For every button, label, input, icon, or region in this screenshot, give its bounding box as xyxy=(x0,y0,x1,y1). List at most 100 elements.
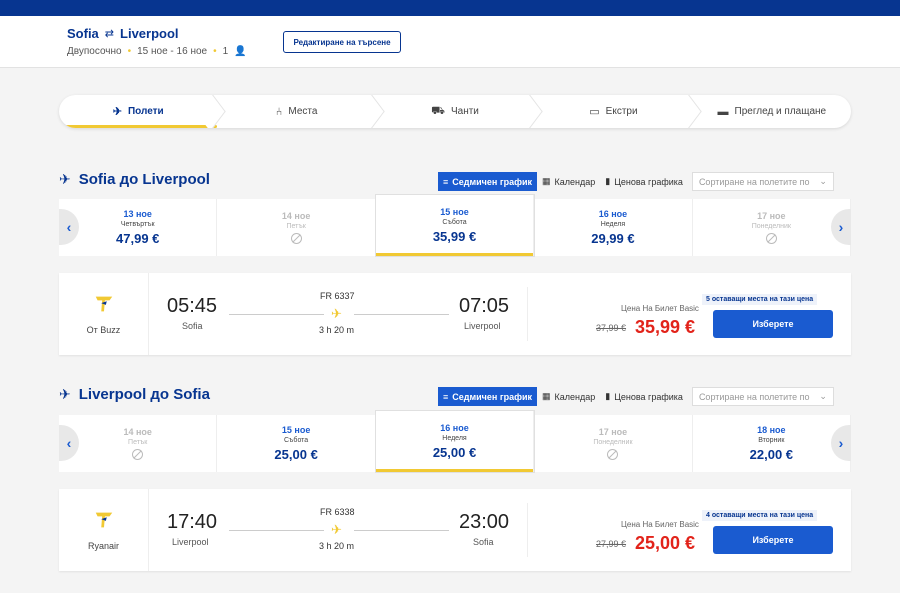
old-price: 27,99 € xyxy=(596,539,627,549)
date-price: 35,99 € xyxy=(432,229,477,244)
calendar-icon: ▦ xyxy=(542,176,551,186)
date-cell: 17 ное Понеделник xyxy=(693,199,852,256)
passenger-count: 1 xyxy=(222,46,229,57)
arrival-city: Sofia xyxy=(473,537,494,547)
departure-city: Sofia xyxy=(182,321,203,331)
step-seats[interactable]: ⑃ Места xyxy=(217,95,375,128)
departure-city: Liverpool xyxy=(172,537,209,547)
price-chart-label: Ценова графика xyxy=(614,176,683,187)
step-extras[interactable]: ▭ Екстри xyxy=(534,95,692,128)
date-label: 15 ное xyxy=(440,207,469,217)
calendar-view-label: Календар xyxy=(554,391,596,402)
chevron-down-icon: ⌄ xyxy=(819,391,827,401)
no-flights-icon xyxy=(290,233,302,244)
flight-times: 05:45 Sofia FR 6337 ✈ 3 h 20 m 07:05 Liv… xyxy=(149,273,527,355)
step-label: Места xyxy=(288,106,318,117)
edit-search-button[interactable]: Редактиране на търсене xyxy=(283,31,401,53)
price-chart-button[interactable]: ▮ Ценова графика xyxy=(600,387,688,406)
date-cell: 14 ное Петък xyxy=(217,199,376,256)
departure-time: 05:45 xyxy=(167,295,218,317)
seats-left-badge: 4 оставащи места на тази цена xyxy=(702,510,818,521)
calendar-view-button[interactable]: ▦ Календар xyxy=(537,387,600,406)
date-cell[interactable]: 16 ное Неделя 29,99 € xyxy=(534,199,693,256)
date-cell[interactable]: 13 ное Четвъртък 47,99 € xyxy=(59,199,218,256)
sort-dropdown[interactable]: Сортиране на полетите по ⌄ xyxy=(691,172,834,191)
date-label: 14 ное xyxy=(281,211,311,221)
card-icon: ▬ xyxy=(717,105,729,118)
sort-dropdown[interactable]: Сортиране на полетите по ⌄ xyxy=(691,387,834,406)
weekly-view-button[interactable]: ≡ Седмичен график xyxy=(438,387,538,406)
route-line xyxy=(229,314,324,315)
airline-logo-icon xyxy=(95,296,112,312)
select-flight-button[interactable]: Изберете xyxy=(713,526,833,554)
weekday-label: Четвъртък xyxy=(120,221,155,228)
date-cell-selected[interactable]: 15 ное Събота 35,99 € xyxy=(375,195,535,256)
weekly-view-label: Седмичен график xyxy=(452,176,533,187)
origin-city: Sofia xyxy=(67,26,99,41)
plane-icon: ✈ xyxy=(331,306,342,321)
divider xyxy=(527,287,528,341)
step-bags[interactable]: ⛟ Чанти xyxy=(376,95,534,128)
outbound-view-tools: ≡ Седмичен график ▦ Календар ▮ Ценова графи… xyxy=(438,172,834,191)
date-label: 17 ное xyxy=(598,427,628,437)
arrival-city: Liverpool xyxy=(464,321,501,331)
plane-icon: ✈ xyxy=(112,106,122,118)
date-price: 47,99 € xyxy=(116,231,160,246)
flight-duration: 3 h 20 m xyxy=(319,325,355,335)
date-cell: 14 ное Петък xyxy=(59,415,218,472)
weekday-label: Събота xyxy=(284,437,309,444)
plane-icon: ✈ xyxy=(331,522,342,537)
chevron-left-icon: ‹ xyxy=(66,435,72,451)
date-cell[interactable]: 18 ное Вторник 22,00 € xyxy=(693,415,852,472)
step-label: Екстри xyxy=(605,106,638,117)
trip-type: Двупосочно xyxy=(67,46,122,57)
outbound-title: Sofia до Liverpool xyxy=(78,171,210,188)
bar-chart-icon: ▮ xyxy=(605,176,611,186)
date-label: 14 ное xyxy=(123,427,152,437)
no-flights-icon xyxy=(765,233,777,244)
step-label: Чанти xyxy=(450,106,479,117)
date-cell-selected[interactable]: 16 ное Неделя 25,00 € xyxy=(375,411,535,472)
weekday-label: Понеделник xyxy=(751,223,791,230)
inbound-date-strip: ‹ 14 ное Петък 15 ное Събота 25,00 € 16 … xyxy=(59,411,852,472)
weekly-view-label: Седмичен график xyxy=(452,391,533,402)
flight-number: FR 6337 xyxy=(320,291,355,301)
flight-times: 17:40 Liverpool FR 6338 ✈ 3 h 20 m 23:00… xyxy=(149,489,527,571)
sort-placeholder: Сортиране на полетите по xyxy=(698,176,810,187)
step-label: Полети xyxy=(127,106,164,117)
arrival-time: 23:00 xyxy=(459,511,510,533)
route-title: Sofia ⇄ Liverpool xyxy=(67,26,179,41)
chevron-left-icon: ‹ xyxy=(66,219,72,235)
weekday-label: Неделя xyxy=(442,435,467,442)
weekly-view-button[interactable]: ≡ Седмичен график xyxy=(438,172,538,191)
date-label: 18 ное xyxy=(757,425,786,435)
takeoff-icon: ✈ xyxy=(59,171,71,187)
sort-placeholder: Сортиране на полетите по xyxy=(698,391,810,402)
calendar-view-button[interactable]: ▦ Календар xyxy=(537,172,600,191)
person-icon: 👤 xyxy=(234,46,247,57)
step-review-payment[interactable]: ▬ Преглед и плащане xyxy=(693,95,851,128)
calendar-icon: ▦ xyxy=(542,391,551,401)
route-line xyxy=(354,314,449,315)
date-cell[interactable]: 15 ное Събота 25,00 € xyxy=(217,415,376,472)
step-flights[interactable]: ✈ Полети xyxy=(59,95,217,128)
trip-dates: 15 ное - 16 ное xyxy=(137,46,208,57)
search-meta: Двупосочно • 15 ное - 16 ное • 1 👤 xyxy=(67,46,247,57)
date-label: 17 ное xyxy=(757,211,786,221)
inbound-flight-card: Ryanair 17:40 Liverpool FR 6338 ✈ 3 h 20… xyxy=(59,489,851,571)
chevron-right-icon: › xyxy=(838,435,844,451)
date-label: 16 ное xyxy=(440,423,469,433)
monitor-icon: ▭ xyxy=(589,106,600,118)
booking-steps: ✈ Полети ⑃ Места ⛟ Чанти ▭ Екстри ▬ Прег… xyxy=(59,95,851,128)
seats-left-badge: 5 оставащи места на тази цена xyxy=(702,294,818,305)
inbound-title: Liverpool до Sofia xyxy=(78,386,210,403)
price-chart-button[interactable]: ▮ Ценова графика xyxy=(600,172,688,191)
step-label: Преглед и плащане xyxy=(734,106,827,117)
list-icon: ≡ xyxy=(443,391,449,402)
select-flight-button[interactable]: Изберете xyxy=(713,310,833,338)
date-label: 13 ное xyxy=(123,209,152,219)
date-label: 15 ное xyxy=(281,425,311,435)
top-bar xyxy=(0,0,900,16)
chevron-right-icon: › xyxy=(838,219,844,235)
price-chart-label: Ценова графика xyxy=(614,391,683,402)
